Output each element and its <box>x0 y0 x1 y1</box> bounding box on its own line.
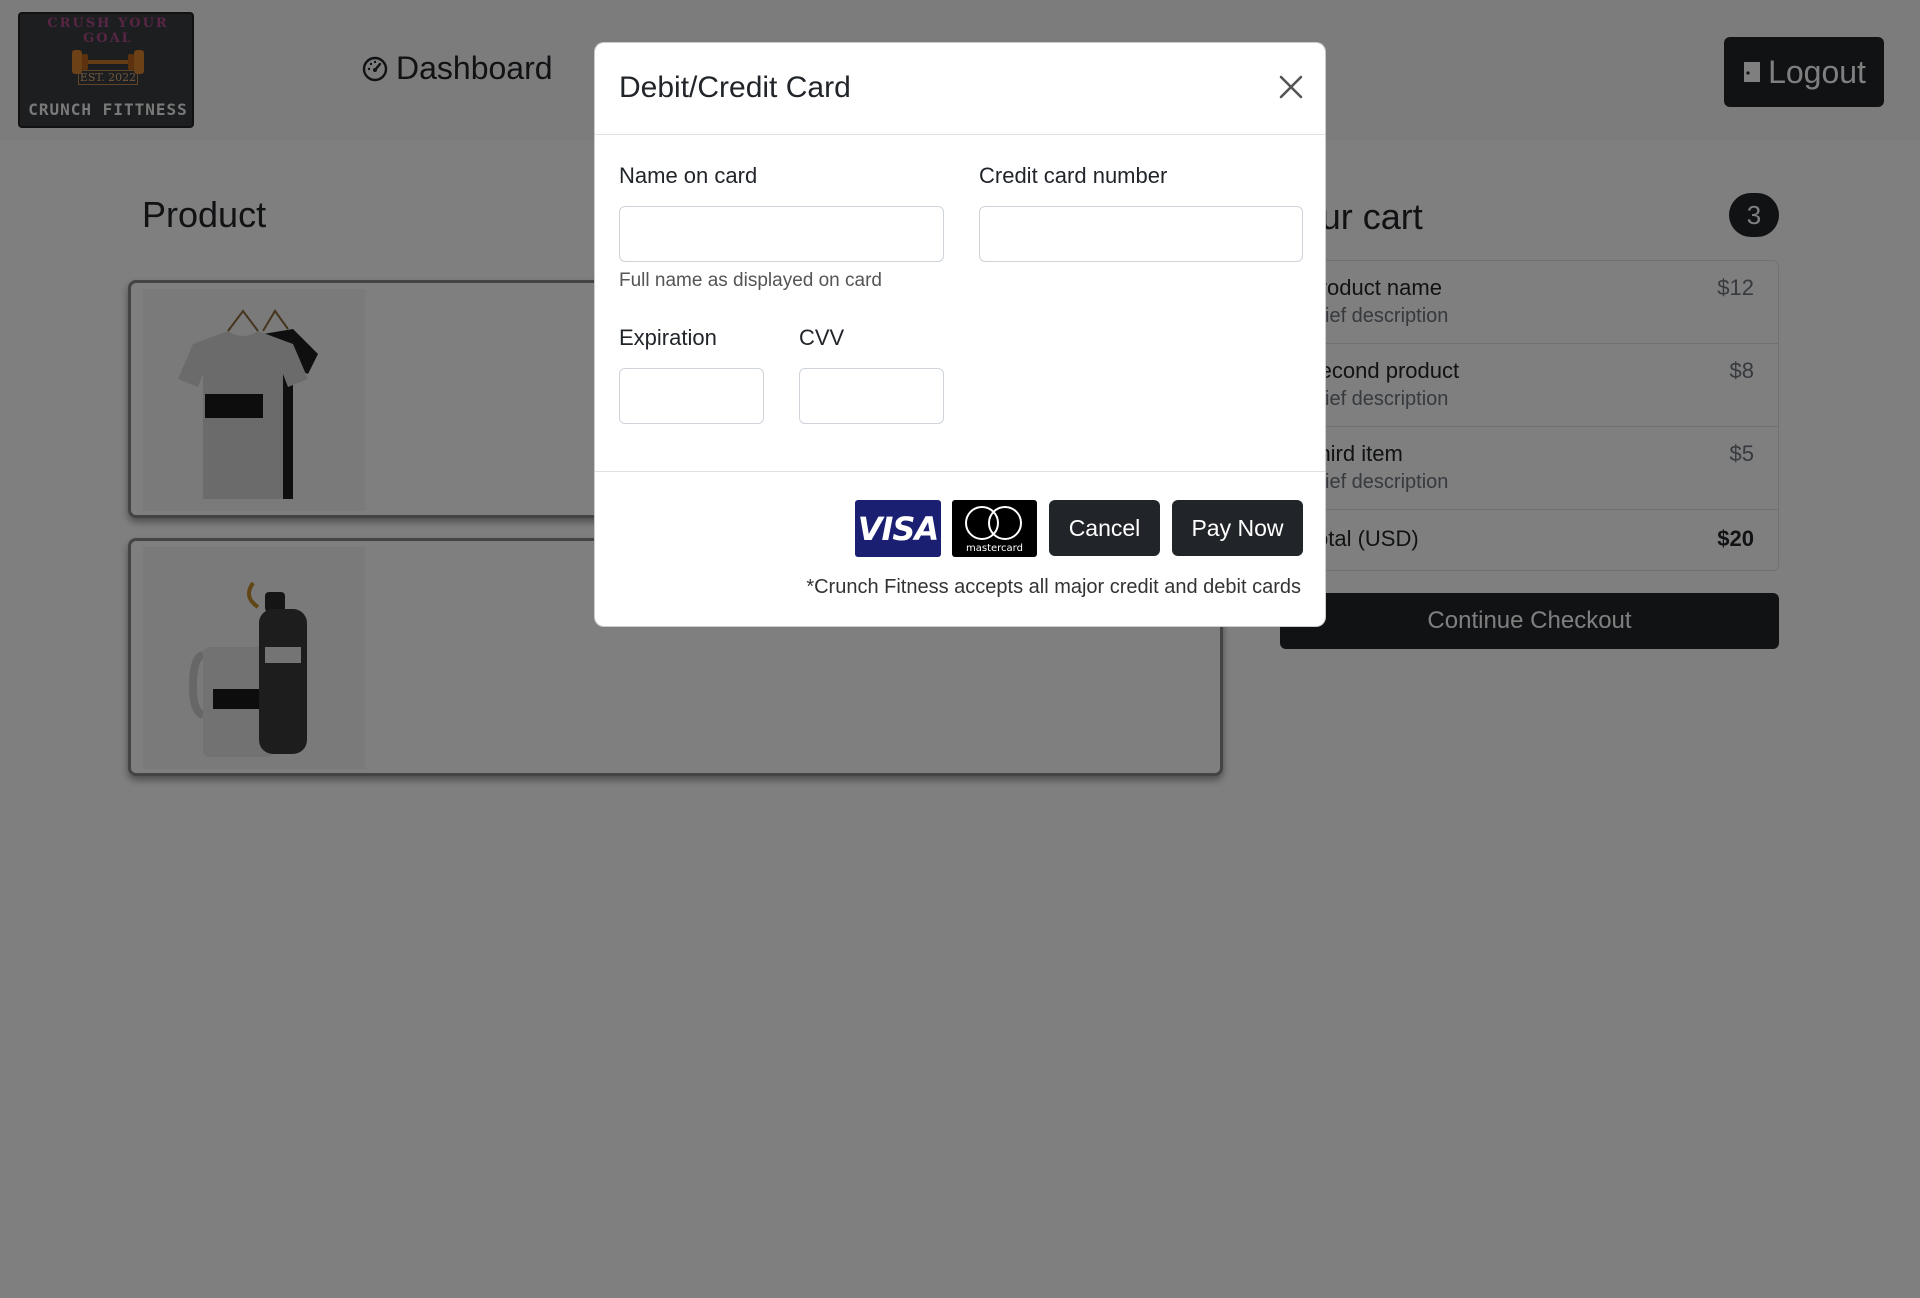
mastercard-text: mastercard <box>966 543 1023 554</box>
modal-header: Debit/Credit Card <box>595 43 1325 135</box>
credit-card-number-label: Credit card number <box>979 163 1168 188</box>
name-on-card-input[interactable] <box>619 206 944 262</box>
modal-footer: VISA mastercard Cancel Pay Now *Crunch F… <box>595 471 1325 628</box>
payment-modal: Debit/Credit Card Name on card Full name… <box>594 42 1326 627</box>
expiration-label: Expiration <box>619 325 717 350</box>
modal-title: Debit/Credit Card <box>619 71 851 104</box>
pay-now-button[interactable]: Pay Now <box>1172 500 1303 556</box>
name-on-card-help: Full name as displayed on card <box>619 270 882 291</box>
cvv-input[interactable] <box>799 368 944 424</box>
close-icon <box>1279 75 1303 99</box>
cancel-button[interactable]: Cancel <box>1049 500 1160 556</box>
accepted-cards-note: *Crunch Fitness accepts all major credit… <box>806 576 1301 598</box>
close-button[interactable] <box>1275 71 1307 103</box>
expiration-input[interactable] <box>619 368 764 424</box>
credit-card-number-input[interactable] <box>979 206 1303 262</box>
mastercard-circle-icon <box>988 506 1022 540</box>
cvv-label: CVV <box>799 325 845 350</box>
visa-logo: VISA <box>855 500 941 557</box>
mastercard-logo: mastercard <box>952 500 1037 557</box>
name-on-card-label: Name on card <box>619 163 758 188</box>
